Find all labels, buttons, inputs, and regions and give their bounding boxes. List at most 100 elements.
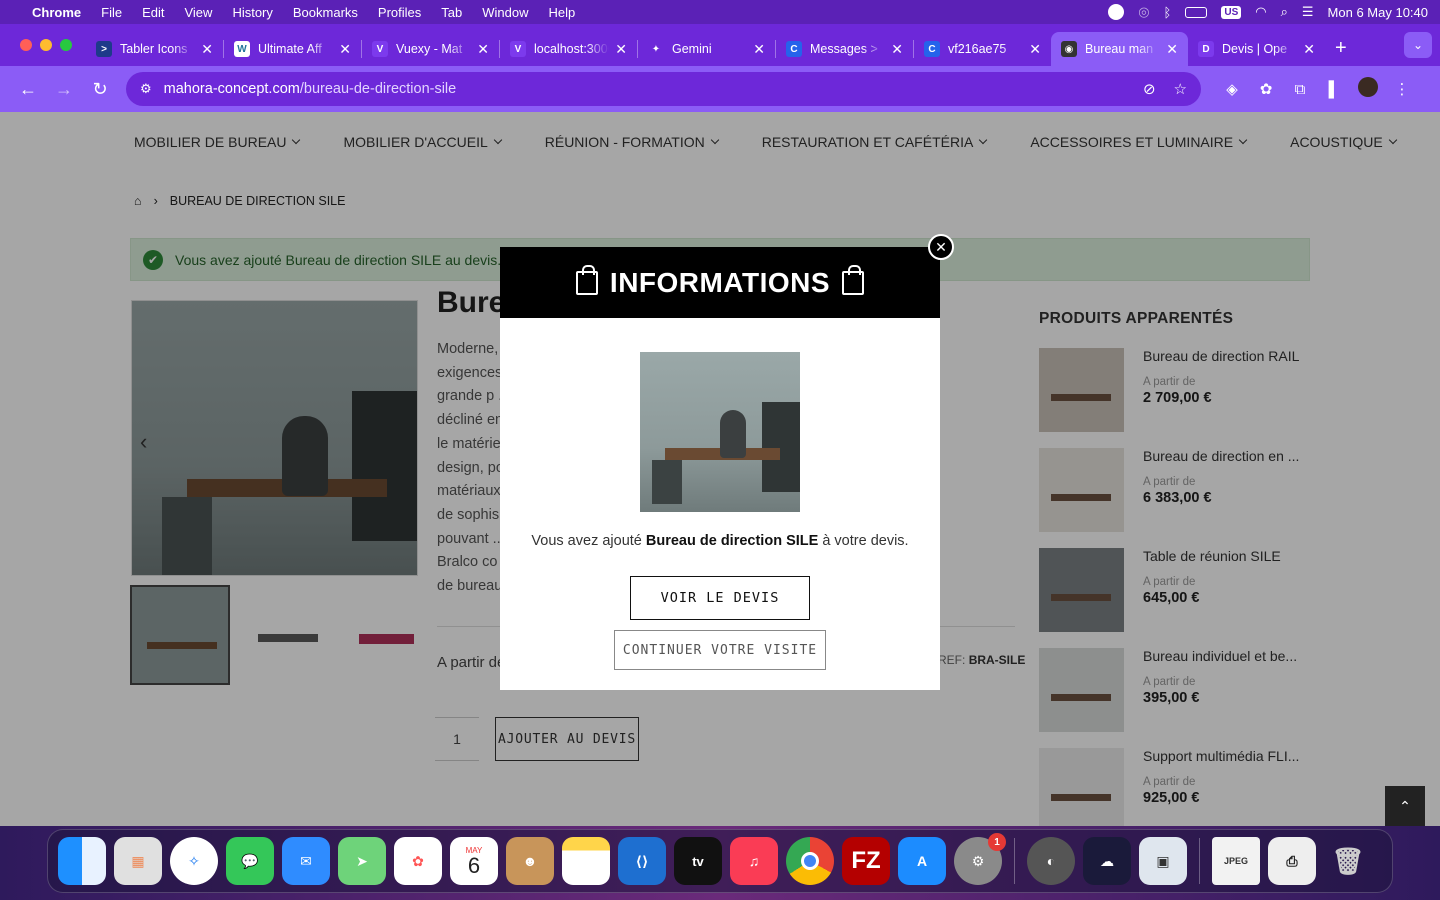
launchpad-icon[interactable]: ▦ — [114, 837, 162, 885]
shopping-bag-icon — [575, 264, 598, 295]
tableplus-elephant-icon[interactable]: ◐ — [1027, 837, 1075, 885]
browser-tab-strip: > Tabler Icons ✕ W Ultimate Aff ✕ V Vuexy - Mat… — [0, 24, 1440, 66]
tab-close-icon[interactable]: ✕ — [201, 41, 213, 58]
menu-profiles[interactable]: Profiles — [378, 5, 421, 20]
menu-file[interactable]: File — [101, 5, 122, 20]
new-tab-button[interactable]: + — [1335, 37, 1347, 60]
tab-favicon-icon: > — [96, 41, 112, 57]
vscode-icon[interactable]: ⟨⟩ — [618, 837, 666, 885]
cloud-terminal-icon[interactable]: ☁ — [1083, 837, 1131, 885]
mail-icon[interactable]: ✉ — [282, 837, 330, 885]
calendar-icon[interactable]: MAY 6 — [450, 837, 498, 885]
scroll-to-top-button[interactable]: ⌃ — [1385, 786, 1425, 826]
menu-app-name[interactable]: Chrome — [32, 5, 81, 20]
tab-search-button[interactable]: ⌄ — [1404, 32, 1432, 58]
tab-close-icon[interactable]: ✕ — [753, 41, 765, 58]
minimize-window-button[interactable] — [40, 39, 52, 51]
finder-icon[interactable] — [58, 837, 106, 885]
address-bar[interactable]: ⚙ mahora-concept.com/bureau-de-direction… — [126, 72, 1201, 106]
reload-icon[interactable]: ↻ — [82, 79, 118, 100]
messages-icon[interactable]: 💬 — [226, 837, 274, 885]
tab-close-icon[interactable]: ✕ — [1166, 41, 1178, 58]
menu-history[interactable]: History — [232, 5, 272, 20]
contacts-icon[interactable]: ☻ — [506, 837, 554, 885]
tab-title: Gemini — [672, 42, 712, 56]
printer-icon[interactable]: ⎙ — [1268, 837, 1316, 885]
eye-slash-icon[interactable]: ⊘ — [1143, 80, 1156, 98]
side-panel-icon[interactable]: ▌ — [1317, 81, 1351, 98]
back-arrow-icon[interactable]: ← — [10, 79, 46, 100]
menu-help[interactable]: Help — [549, 5, 576, 20]
close-window-button[interactable] — [20, 39, 32, 51]
site-info-icon[interactable]: ⚙ — [140, 81, 152, 97]
tab-close-icon[interactable]: ✕ — [891, 41, 903, 58]
system-settings-icon[interactable]: ⚙ 1 — [954, 833, 1006, 885]
modal-close-icon[interactable]: ✕ — [928, 234, 954, 260]
status-circle-icon[interactable] — [1108, 4, 1125, 20]
more-menu-icon[interactable]: ⋮ — [1385, 80, 1419, 98]
app-store-icon[interactable]: A — [898, 837, 946, 885]
jpeg-file-icon[interactable]: JPEG — [1212, 837, 1260, 885]
menu-view[interactable]: View — [184, 5, 212, 20]
url-domain: mahora-concept.com — [163, 81, 300, 97]
bookmark-star-icon[interactable]: ☆ — [1174, 80, 1187, 98]
modal-message: Vous avez ajouté Bureau de direction SIL… — [500, 533, 940, 549]
browser-tab[interactable]: ◉ Bureau man ✕ — [1051, 32, 1188, 66]
extension-icon[interactable]: ◈ — [1215, 80, 1249, 98]
music-icon[interactable]: ♫ — [730, 837, 778, 885]
menu-edit[interactable]: Edit — [142, 5, 164, 20]
tab-title: Messages > — [810, 42, 878, 56]
menu-bookmarks[interactable]: Bookmarks — [293, 5, 358, 20]
dock-separator — [1199, 838, 1200, 884]
tab-title: localhost:3000 — [534, 42, 610, 56]
tab-close-icon[interactable]: ✕ — [339, 41, 351, 58]
tab-close-icon[interactable]: ✕ — [1303, 41, 1315, 58]
browser-tab[interactable]: ✦ Gemini ✕ — [638, 32, 775, 66]
menu-tab[interactable]: Tab — [441, 5, 462, 20]
menu-window[interactable]: Window — [482, 5, 528, 20]
tab-close-icon[interactable]: ✕ — [477, 41, 489, 58]
keyboard-input-icon[interactable]: US — [1221, 5, 1242, 19]
browser-tab[interactable]: W Ultimate Aff ✕ — [224, 32, 361, 66]
safari-icon[interactable]: ✧ — [170, 837, 218, 885]
airdrop-icon[interactable]: ◎ — [1138, 4, 1149, 20]
continue-visit-button[interactable]: CONTINUER VOTRE VISITE — [614, 630, 826, 670]
bluetooth-icon[interactable]: ᛒ — [1164, 5, 1172, 20]
modal-msg-after: à votre devis. — [818, 533, 909, 549]
control-center-icon[interactable]: ☰ — [1302, 4, 1314, 20]
zoom-window-button[interactable] — [60, 39, 72, 51]
macos-menubar: Chrome File Edit View History Bookmarks … — [0, 0, 1440, 24]
maps-icon[interactable]: ➤ — [338, 837, 386, 885]
preview-icon[interactable]: ▣ — [1139, 837, 1187, 885]
notes-icon[interactable] — [562, 837, 610, 885]
browser-tab[interactable]: D Devis | Ope ✕ — [1188, 32, 1325, 66]
browser-tab[interactable]: C Messages > ✕ — [776, 32, 913, 66]
tab-favicon-icon: ◉ — [1061, 41, 1077, 57]
profile-avatar[interactable] — [1351, 77, 1385, 101]
modal-msg-before: Vous avez ajouté — [531, 533, 646, 549]
browser-tab[interactable]: Cvf216ae75 ✕ — [914, 32, 1051, 66]
color-picker-extension-icon[interactable]: ✿ — [1249, 80, 1283, 98]
spotlight-search-icon[interactable]: ⌕ — [1281, 4, 1288, 20]
trash-icon[interactable]: 🗑 — [1324, 837, 1372, 885]
battery-icon[interactable] — [1185, 6, 1208, 18]
view-quote-button[interactable]: VOIR LE DEVIS — [630, 576, 810, 620]
modal-product-image — [640, 352, 800, 512]
photos-icon[interactable]: ✿ — [394, 837, 442, 885]
filezilla-icon[interactable]: FZ — [842, 837, 890, 885]
tab-favicon-icon: W — [234, 41, 250, 57]
forward-arrow-icon[interactable]: → — [46, 79, 82, 100]
browser-tab[interactable]: Vlocalhost:3000 ✕ — [500, 32, 637, 66]
chrome-icon[interactable] — [786, 837, 834, 885]
browser-tab[interactable]: V Vuexy - Mat ✕ — [362, 32, 499, 66]
extensions-puzzle-icon[interactable]: ⧉ — [1283, 81, 1317, 98]
browser-toolbar: ← → ↻ ⚙ mahora-concept.com/bureau-de-dir… — [0, 66, 1440, 112]
apple-tv-icon[interactable]: tv — [674, 837, 722, 885]
browser-tab[interactable]: > Tabler Icons ✕ — [86, 32, 223, 66]
tab-favicon-icon: V — [510, 41, 526, 57]
tab-title: Tabler Icons — [120, 42, 188, 56]
tab-close-icon[interactable]: ✕ — [1029, 41, 1041, 58]
wifi-icon[interactable]: ◠ — [1255, 4, 1266, 20]
menubar-datetime[interactable]: Mon 6 May 10:40 — [1328, 5, 1428, 20]
tab-close-icon[interactable]: ✕ — [615, 41, 627, 58]
